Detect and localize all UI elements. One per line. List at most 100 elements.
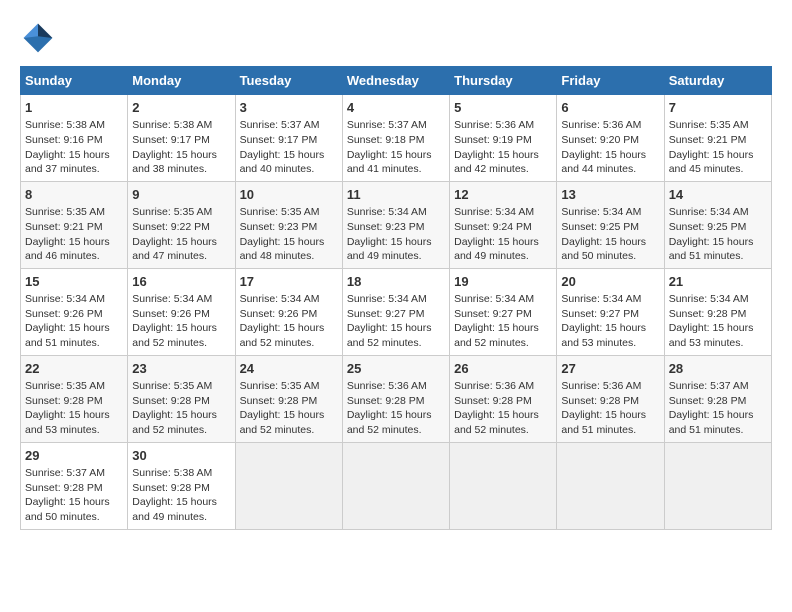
week-row-4: 22 Sunrise: 5:35 AM Sunset: 9:28 PM Dayli…: [21, 355, 772, 442]
day-cell: [664, 442, 771, 529]
day-cell: 19Sunrise: 5:34 AM Sunset: 9:27 PM Dayli…: [450, 268, 557, 355]
day-cell: 8Sunrise: 5:35 AM Sunset: 9:21 PM Daylig…: [21, 181, 128, 268]
day-cell: 2Sunrise: 5:38 AM Sunset: 9:17 PM Daylig…: [128, 95, 235, 182]
day-number: 16: [132, 273, 230, 291]
day-number: 4: [347, 99, 445, 117]
day-cell: 13Sunrise: 5:34 AM Sunset: 9:25 PM Dayli…: [557, 181, 664, 268]
day-info: Sunrise: 5:35 AM Sunset: 9:28 PM Dayligh…: [132, 379, 230, 438]
day-info: Sunrise: 5:34 AM Sunset: 9:27 PM Dayligh…: [561, 292, 659, 351]
day-number: 2: [132, 99, 230, 117]
day-cell: 7Sunrise: 5:35 AM Sunset: 9:21 PM Daylig…: [664, 95, 771, 182]
week-row-5: 29Sunrise: 5:37 AM Sunset: 9:28 PM Dayli…: [21, 442, 772, 529]
day-info: Sunrise: 5:37 AM Sunset: 9:17 PM Dayligh…: [240, 118, 338, 177]
day-info: Sunrise: 5:35 AM Sunset: 9:23 PM Dayligh…: [240, 205, 338, 264]
day-info: Sunrise: 5:36 AM Sunset: 9:19 PM Dayligh…: [454, 118, 552, 177]
day-info: Sunrise: 5:35 AM Sunset: 9:21 PM Dayligh…: [669, 118, 767, 177]
day-number: 9: [132, 186, 230, 204]
day-number: 30: [132, 447, 230, 465]
day-number: 11: [347, 186, 445, 204]
day-number: 14: [669, 186, 767, 204]
day-number: 21: [669, 273, 767, 291]
day-number: 10: [240, 186, 338, 204]
day-number: 5: [454, 99, 552, 117]
day-cell: 25Sunrise: 5:36 AM Sunset: 9:28 PM Dayli…: [342, 355, 449, 442]
day-cell: 12Sunrise: 5:34 AM Sunset: 9:24 PM Dayli…: [450, 181, 557, 268]
day-info: Sunrise: 5:35 AM Sunset: 9:22 PM Dayligh…: [132, 205, 230, 264]
day-cell: 3Sunrise: 5:37 AM Sunset: 9:17 PM Daylig…: [235, 95, 342, 182]
week-row-1: 1Sunrise: 5:38 AM Sunset: 9:16 PM Daylig…: [21, 95, 772, 182]
day-number: 12: [454, 186, 552, 204]
day-info: Sunrise: 5:34 AM Sunset: 9:26 PM Dayligh…: [240, 292, 338, 351]
day-cell: 20Sunrise: 5:34 AM Sunset: 9:27 PM Dayli…: [557, 268, 664, 355]
day-info: Sunrise: 5:38 AM Sunset: 9:17 PM Dayligh…: [132, 118, 230, 177]
day-info: Sunrise: 5:35 AM Sunset: 9:21 PM Dayligh…: [25, 205, 123, 264]
header-cell-thursday: Thursday: [450, 67, 557, 95]
day-cell: 27Sunrise: 5:36 AM Sunset: 9:28 PM Dayli…: [557, 355, 664, 442]
day-cell: 17Sunrise: 5:34 AM Sunset: 9:26 PM Dayli…: [235, 268, 342, 355]
day-cell: 1Sunrise: 5:38 AM Sunset: 9:16 PM Daylig…: [21, 95, 128, 182]
day-cell: 26Sunrise: 5:36 AM Sunset: 9:28 PM Dayli…: [450, 355, 557, 442]
day-cell: 23Sunrise: 5:35 AM Sunset: 9:28 PM Dayli…: [128, 355, 235, 442]
day-number: 6: [561, 99, 659, 117]
day-cell: 4Sunrise: 5:37 AM Sunset: 9:18 PM Daylig…: [342, 95, 449, 182]
day-number: 25: [347, 360, 445, 378]
day-info: Sunrise: 5:37 AM Sunset: 9:28 PM Dayligh…: [669, 379, 767, 438]
day-cell: 30Sunrise: 5:38 AM Sunset: 9:28 PM Dayli…: [128, 442, 235, 529]
day-cell: 10Sunrise: 5:35 AM Sunset: 9:23 PM Dayli…: [235, 181, 342, 268]
day-cell: [450, 442, 557, 529]
day-info: Sunrise: 5:38 AM Sunset: 9:28 PM Dayligh…: [132, 466, 230, 525]
day-info: Sunrise: 5:36 AM Sunset: 9:20 PM Dayligh…: [561, 118, 659, 177]
day-cell: [235, 442, 342, 529]
day-cell: 18Sunrise: 5:34 AM Sunset: 9:27 PM Dayli…: [342, 268, 449, 355]
day-number: 26: [454, 360, 552, 378]
calendar-table: SundayMondayTuesdayWednesdayThursdayFrid…: [20, 66, 772, 530]
day-number: 27: [561, 360, 659, 378]
day-number: 19: [454, 273, 552, 291]
logo: [20, 20, 60, 56]
header-cell-sunday: Sunday: [21, 67, 128, 95]
day-number: 15: [25, 273, 123, 291]
day-info: Sunrise: 5:34 AM Sunset: 9:25 PM Dayligh…: [669, 205, 767, 264]
day-number: 17: [240, 273, 338, 291]
day-info: Sunrise: 5:34 AM Sunset: 9:27 PM Dayligh…: [454, 292, 552, 351]
day-cell: 9Sunrise: 5:35 AM Sunset: 9:22 PM Daylig…: [128, 181, 235, 268]
day-number: 20: [561, 273, 659, 291]
day-cell: [557, 442, 664, 529]
header-cell-saturday: Saturday: [664, 67, 771, 95]
header-cell-wednesday: Wednesday: [342, 67, 449, 95]
day-cell: 24Sunrise: 5:35 AM Sunset: 9:28 PM Dayli…: [235, 355, 342, 442]
day-info: Sunrise: 5:34 AM Sunset: 9:24 PM Dayligh…: [454, 205, 552, 264]
day-number: 3: [240, 99, 338, 117]
day-number: 23: [132, 360, 230, 378]
day-info: Sunrise: 5:36 AM Sunset: 9:28 PM Dayligh…: [454, 379, 552, 438]
header: [20, 20, 772, 56]
day-info: Sunrise: 5:35 AM Sunset: 9:28 PM Dayligh…: [240, 379, 338, 438]
week-row-2: 8Sunrise: 5:35 AM Sunset: 9:21 PM Daylig…: [21, 181, 772, 268]
day-cell: 6Sunrise: 5:36 AM Sunset: 9:20 PM Daylig…: [557, 95, 664, 182]
day-number: 7: [669, 99, 767, 117]
day-cell: 22Sunrise: 5:35 AM Sunset: 9:28 PM Dayli…: [21, 355, 128, 442]
logo-icon: [20, 20, 56, 56]
header-cell-monday: Monday: [128, 67, 235, 95]
header-cell-tuesday: Tuesday: [235, 67, 342, 95]
day-number: 28: [669, 360, 767, 378]
day-cell: 28Sunrise: 5:37 AM Sunset: 9:28 PM Dayli…: [664, 355, 771, 442]
day-info: Sunrise: 5:38 AM Sunset: 9:16 PM Dayligh…: [25, 118, 123, 177]
day-cell: 15Sunrise: 5:34 AM Sunset: 9:26 PM Dayli…: [21, 268, 128, 355]
day-cell: 16Sunrise: 5:34 AM Sunset: 9:26 PM Dayli…: [128, 268, 235, 355]
day-info: Sunrise: 5:34 AM Sunset: 9:23 PM Dayligh…: [347, 205, 445, 264]
week-row-3: 15Sunrise: 5:34 AM Sunset: 9:26 PM Dayli…: [21, 268, 772, 355]
day-info: Sunrise: 5:34 AM Sunset: 9:28 PM Dayligh…: [669, 292, 767, 351]
day-cell: [342, 442, 449, 529]
day-cell: 14Sunrise: 5:34 AM Sunset: 9:25 PM Dayli…: [664, 181, 771, 268]
day-info: Sunrise: 5:37 AM Sunset: 9:28 PM Dayligh…: [25, 466, 123, 525]
day-cell: 21Sunrise: 5:34 AM Sunset: 9:28 PM Dayli…: [664, 268, 771, 355]
day-cell: 5Sunrise: 5:36 AM Sunset: 9:19 PM Daylig…: [450, 95, 557, 182]
day-number: 22: [25, 360, 123, 378]
day-number: 29: [25, 447, 123, 465]
day-info: Sunrise: 5:34 AM Sunset: 9:26 PM Dayligh…: [25, 292, 123, 351]
day-number: 18: [347, 273, 445, 291]
day-info: Sunrise: 5:36 AM Sunset: 9:28 PM Dayligh…: [561, 379, 659, 438]
day-number: 24: [240, 360, 338, 378]
header-row: SundayMondayTuesdayWednesdayThursdayFrid…: [21, 67, 772, 95]
